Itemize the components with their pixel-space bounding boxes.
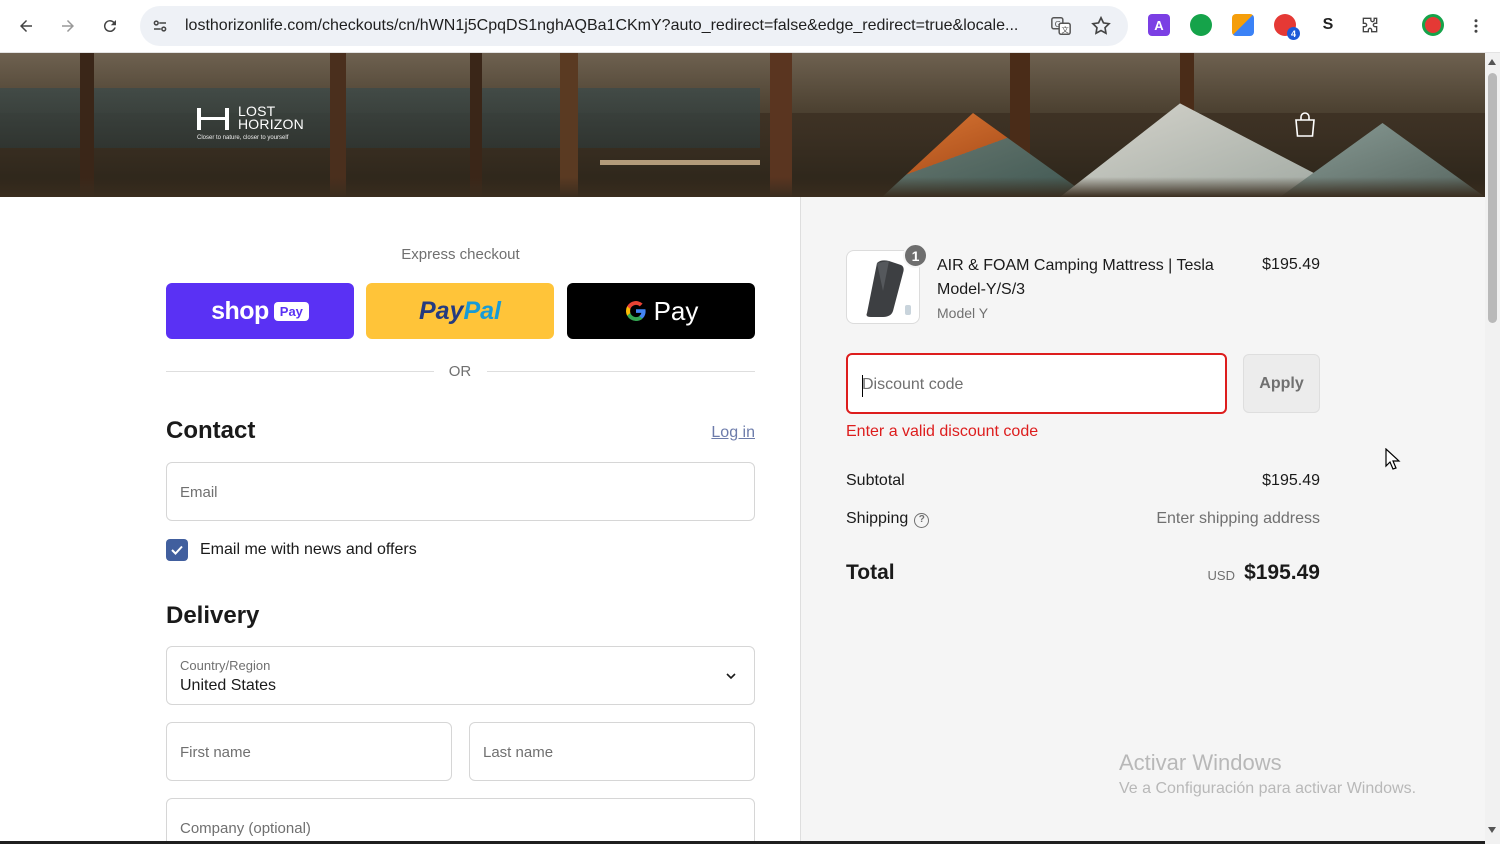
shop-pay-wordmark: shop [211, 296, 269, 325]
tree-trunk [470, 53, 482, 197]
grid-extension-icon[interactable] [1232, 14, 1254, 36]
first-name-placeholder: First name [180, 744, 251, 761]
paypal-wordmark-b: Pal [463, 296, 501, 325]
subtotal-value: $195.49 [1262, 472, 1320, 489]
back-arrow-icon [20, 20, 32, 32]
windows-activation-title: Activar Windows [1119, 750, 1282, 775]
shipping-label: Shipping [846, 510, 909, 527]
address-bar[interactable]: losthorizonlife.com/checkouts/cn/hWN1j5C… [140, 6, 1128, 46]
newsletter-label[interactable]: Email me with news and offers [200, 541, 417, 559]
discount-code-input[interactable]: Discount code [846, 353, 1227, 414]
red-extension-icon[interactable]: 4 [1274, 14, 1300, 40]
total-amount: $195.49 [1244, 561, 1320, 584]
extensions-puzzle-icon[interactable] [1359, 14, 1381, 36]
mouse-pointer-icon [1385, 448, 1401, 470]
logo-line-2: HORIZON [238, 116, 304, 132]
tree-trunk [80, 53, 94, 197]
forward-arrow-icon [62, 20, 74, 32]
last-name-placeholder: Last name [483, 744, 554, 761]
scrollbar-thumb[interactable] [1488, 73, 1497, 323]
ground [0, 177, 1485, 197]
s-extension-icon[interactable]: S [1317, 14, 1339, 36]
google-pay-button[interactable]: Pay [567, 283, 755, 339]
page-scrollbar[interactable] [1485, 53, 1500, 844]
product-variant: Model Y [937, 305, 989, 321]
paypal-wordmark-a: Pay [418, 296, 464, 325]
email-placeholder: Email [180, 484, 218, 501]
or-divider-text: OR [448, 363, 472, 380]
country-value: United States [180, 677, 277, 694]
login-link[interactable]: Log in [680, 424, 755, 442]
url-text[interactable]: losthorizonlife.com/checkouts/cn/hWN1j5C… [185, 17, 1045, 35]
country-select[interactable]: Country/Region United States [166, 646, 755, 705]
a-extension-icon[interactable]: A [1148, 14, 1170, 36]
windows-activation-subtitle: Ve a Configuración para activar Windows. [1119, 780, 1417, 797]
bookmark-star-icon[interactable] [1090, 15, 1112, 37]
quantity-badge: 1 [903, 243, 928, 268]
email-field[interactable]: Email [166, 462, 755, 521]
shipping-value: Enter shipping address [1156, 510, 1320, 527]
apply-discount-button[interactable]: Apply [1243, 354, 1320, 413]
svg-text:文: 文 [1061, 25, 1069, 34]
tree-trunk [770, 53, 792, 197]
tree-trunk [330, 53, 346, 197]
scroll-up-arrow-icon[interactable] [1488, 59, 1496, 65]
checkmark-icon [171, 545, 183, 555]
shopping-bag-icon[interactable] [1293, 112, 1317, 138]
site-settings-icon[interactable] [150, 16, 170, 36]
grammarly-icon[interactable] [1190, 14, 1212, 36]
express-checkout-title: Express checkout [401, 246, 520, 263]
subtotal-label: Subtotal [846, 472, 905, 489]
first-name-field[interactable]: First name [166, 722, 452, 781]
extension-badge: 4 [1287, 27, 1300, 40]
product-price: $195.49 [1262, 256, 1320, 273]
reload-button[interactable] [96, 12, 124, 40]
scroll-down-arrow-icon[interactable] [1488, 827, 1496, 833]
paypal-button[interactable]: Pay Pal [366, 283, 554, 339]
last-name-field[interactable]: Last name [469, 722, 755, 781]
country-label: Country/Region [180, 658, 271, 673]
company-field[interactable]: Company (optional) [166, 798, 755, 844]
chevron-down-icon [726, 673, 736, 680]
more-vertical-icon [1474, 19, 1478, 33]
delivery-heading: Delivery [166, 602, 260, 629]
shop-pay-button[interactable]: shop Pay [166, 283, 354, 339]
product-name: AIR & FOAM Camping Mattress | Tesla Mode… [937, 257, 1214, 298]
shop-pay-badge: Pay [273, 301, 309, 321]
browser-menu-button[interactable] [1462, 12, 1490, 40]
total-label: Total [846, 561, 895, 584]
logo-wordmark[interactable]: LOST HORIZON [238, 104, 304, 132]
boat [600, 160, 760, 165]
reload-icon [103, 20, 116, 33]
discount-placeholder: Discount code [862, 376, 964, 393]
question-circle-icon[interactable]: ? [914, 513, 930, 528]
translate-icon[interactable]: G文 [1050, 15, 1072, 37]
forward-button[interactable] [54, 12, 82, 40]
lake [0, 88, 760, 148]
discount-error-message: Enter a valid discount code [846, 423, 1039, 440]
company-placeholder: Company (optional) [180, 820, 311, 837]
browser-toolbar: losthorizonlife.com/checkouts/cn/hWN1j5C… [0, 0, 1500, 53]
google-pay-wordmark: Pay [653, 295, 699, 326]
or-divider-left [166, 371, 434, 372]
or-divider-right [487, 371, 755, 372]
contact-heading: Contact [166, 417, 256, 444]
logo-tagline: Closer to nature, closer to yourself [197, 135, 289, 141]
back-button[interactable] [12, 12, 40, 40]
google-g-icon [625, 301, 646, 322]
shipping-row: Shipping? [846, 510, 930, 528]
total-currency: USD [1207, 568, 1235, 583]
tree-trunk [560, 53, 578, 197]
newsletter-checkbox[interactable] [166, 539, 188, 561]
profile-avatar[interactable] [1422, 14, 1444, 36]
